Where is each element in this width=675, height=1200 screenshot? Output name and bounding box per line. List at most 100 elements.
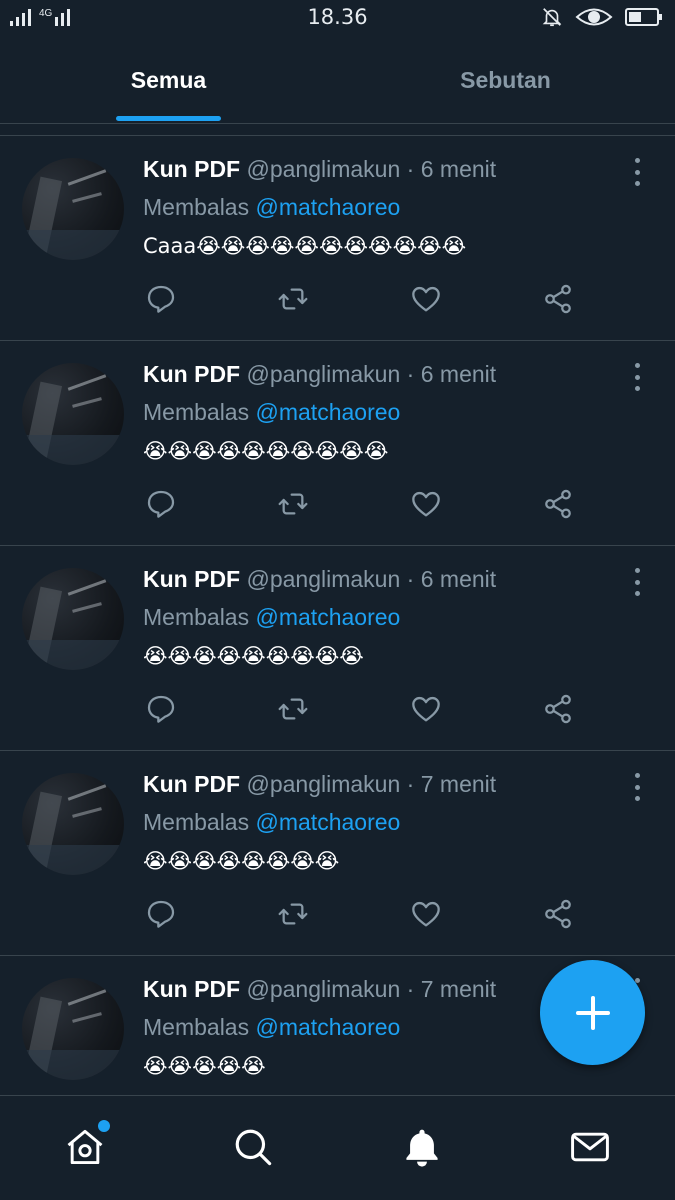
tab-all-label: Semua bbox=[130, 66, 207, 93]
avatar[interactable] bbox=[22, 568, 124, 670]
tab-mentions-label: Sebutan bbox=[460, 66, 551, 93]
retweet-button[interactable] bbox=[275, 486, 311, 522]
avatar[interactable] bbox=[22, 158, 124, 260]
reply-prefix: Membalas bbox=[143, 1014, 250, 1040]
author-name[interactable]: Kun PDF bbox=[143, 976, 240, 1002]
share-button[interactable] bbox=[540, 486, 576, 522]
tweet-time: 7 menit bbox=[420, 771, 497, 797]
more-vertical-icon[interactable] bbox=[627, 568, 647, 596]
bell-muted-icon bbox=[542, 8, 562, 27]
reply-button[interactable] bbox=[143, 486, 179, 522]
like-button[interactable] bbox=[408, 281, 444, 317]
author-handle: @panglimakun bbox=[246, 156, 401, 182]
tweet-actions bbox=[0, 896, 675, 936]
reply-button[interactable] bbox=[143, 281, 179, 317]
battery-icon bbox=[625, 8, 662, 26]
more-vertical-icon[interactable] bbox=[627, 773, 647, 801]
tweet-text: 😭😭😭😭😭😭😭😭 bbox=[143, 849, 340, 873]
tweet-time: 7 menit bbox=[420, 976, 497, 1002]
tweet-time: 6 menit bbox=[420, 156, 497, 182]
reply-mention-link[interactable]: @matchaoreo bbox=[256, 809, 401, 835]
like-button[interactable] bbox=[408, 691, 444, 727]
tweet-header: Kun PDF @panglimakun · 6 menit bbox=[143, 566, 496, 593]
tweet-time: 6 menit bbox=[420, 361, 497, 387]
nav-search[interactable] bbox=[230, 1124, 276, 1170]
reply-context: Membalas @matchaoreo bbox=[143, 194, 400, 221]
nav-messages[interactable] bbox=[567, 1124, 613, 1170]
new-content-dot bbox=[98, 1120, 110, 1132]
reply-prefix: Membalas bbox=[143, 604, 250, 630]
heart-icon bbox=[412, 696, 440, 722]
nav-notifications[interactable] bbox=[399, 1124, 445, 1170]
avatar[interactable] bbox=[22, 363, 124, 465]
tweet-actions bbox=[0, 486, 675, 526]
author-name[interactable]: Kun PDF bbox=[143, 566, 240, 592]
home-icon bbox=[67, 1129, 103, 1165]
share-icon bbox=[545, 489, 571, 519]
tab-all[interactable]: Semua bbox=[0, 36, 337, 124]
tweet[interactable]: Kun PDF @panglimakun · 6 menit Membalas … bbox=[0, 136, 675, 341]
share-button[interactable] bbox=[540, 691, 576, 727]
author-handle: @panglimakun bbox=[246, 771, 401, 797]
tab-mentions[interactable]: Sebutan bbox=[337, 36, 674, 124]
reply-mention-link[interactable]: @matchaoreo bbox=[256, 399, 401, 425]
author-name[interactable]: Kun PDF bbox=[143, 156, 240, 182]
reply-context: Membalas @matchaoreo bbox=[143, 604, 400, 631]
tweet-text: Caaa😭😭😭😭😭😭😭😭😭😭😭 bbox=[143, 234, 467, 258]
heart-icon bbox=[412, 286, 440, 312]
tweet-actions bbox=[0, 691, 675, 731]
reply-icon bbox=[147, 695, 175, 723]
reply-button[interactable] bbox=[143, 896, 179, 932]
share-icon bbox=[545, 899, 571, 929]
author-name[interactable]: Kun PDF bbox=[143, 361, 240, 387]
author-name[interactable]: Kun PDF bbox=[143, 771, 240, 797]
like-button[interactable] bbox=[408, 896, 444, 932]
author-handle: @panglimakun bbox=[246, 976, 401, 1002]
reply-prefix: Membalas bbox=[143, 399, 250, 425]
share-button[interactable] bbox=[540, 896, 576, 932]
more-vertical-icon[interactable] bbox=[627, 158, 647, 186]
tweet[interactable]: Kun PDF @panglimakun · 6 menit Membalas … bbox=[0, 546, 675, 751]
reply-icon bbox=[147, 490, 175, 518]
notification-feed[interactable]: Kun PDF @panglimakun · 6 menit Membalas … bbox=[0, 135, 675, 1095]
share-icon bbox=[545, 284, 571, 314]
retweet-icon bbox=[278, 288, 308, 310]
nav-home[interactable] bbox=[62, 1120, 110, 1170]
share-icon bbox=[545, 694, 571, 724]
avatar[interactable] bbox=[22, 978, 124, 1080]
bottom-navigation bbox=[0, 1095, 675, 1200]
heart-icon bbox=[412, 901, 440, 927]
reply-context: Membalas @matchaoreo bbox=[143, 399, 400, 426]
share-button[interactable] bbox=[540, 281, 576, 317]
author-handle: @panglimakun bbox=[246, 361, 401, 387]
author-handle: @panglimakun bbox=[246, 566, 401, 592]
reply-icon bbox=[147, 900, 175, 928]
tweet-actions bbox=[0, 281, 675, 321]
tweet-text: 😭😭😭😭😭 bbox=[143, 1054, 266, 1078]
active-tab-indicator bbox=[116, 116, 221, 121]
notifications-tabs: Semua Sebutan bbox=[0, 36, 675, 124]
reply-prefix: Membalas bbox=[143, 194, 250, 220]
tweet[interactable]: Kun PDF @panglimakun · 7 menit Membalas … bbox=[0, 751, 675, 956]
status-bar: 4G 18.36 bbox=[0, 0, 675, 36]
avatar[interactable] bbox=[22, 773, 124, 875]
search-icon bbox=[235, 1129, 272, 1166]
reply-mention-link[interactable]: @matchaoreo bbox=[256, 604, 401, 630]
tweet[interactable]: Kun PDF @panglimakun · 6 menit Membalas … bbox=[0, 341, 675, 546]
header-separator: · bbox=[406, 361, 415, 387]
compose-tweet-button[interactable] bbox=[540, 960, 645, 1065]
retweet-button[interactable] bbox=[275, 896, 311, 932]
reply-mention-link[interactable]: @matchaoreo bbox=[256, 194, 401, 220]
reply-mention-link[interactable]: @matchaoreo bbox=[256, 1014, 401, 1040]
reply-context: Membalas @matchaoreo bbox=[143, 1014, 400, 1041]
retweet-button[interactable] bbox=[275, 281, 311, 317]
header-separator: · bbox=[406, 566, 415, 592]
reply-button[interactable] bbox=[143, 691, 179, 727]
retweet-button[interactable] bbox=[275, 691, 311, 727]
like-button[interactable] bbox=[408, 486, 444, 522]
status-right-icons bbox=[541, 6, 663, 28]
header-separator: · bbox=[406, 156, 415, 182]
more-vertical-icon[interactable] bbox=[627, 363, 647, 391]
plus-icon bbox=[575, 995, 610, 1030]
heart-icon bbox=[412, 491, 440, 517]
